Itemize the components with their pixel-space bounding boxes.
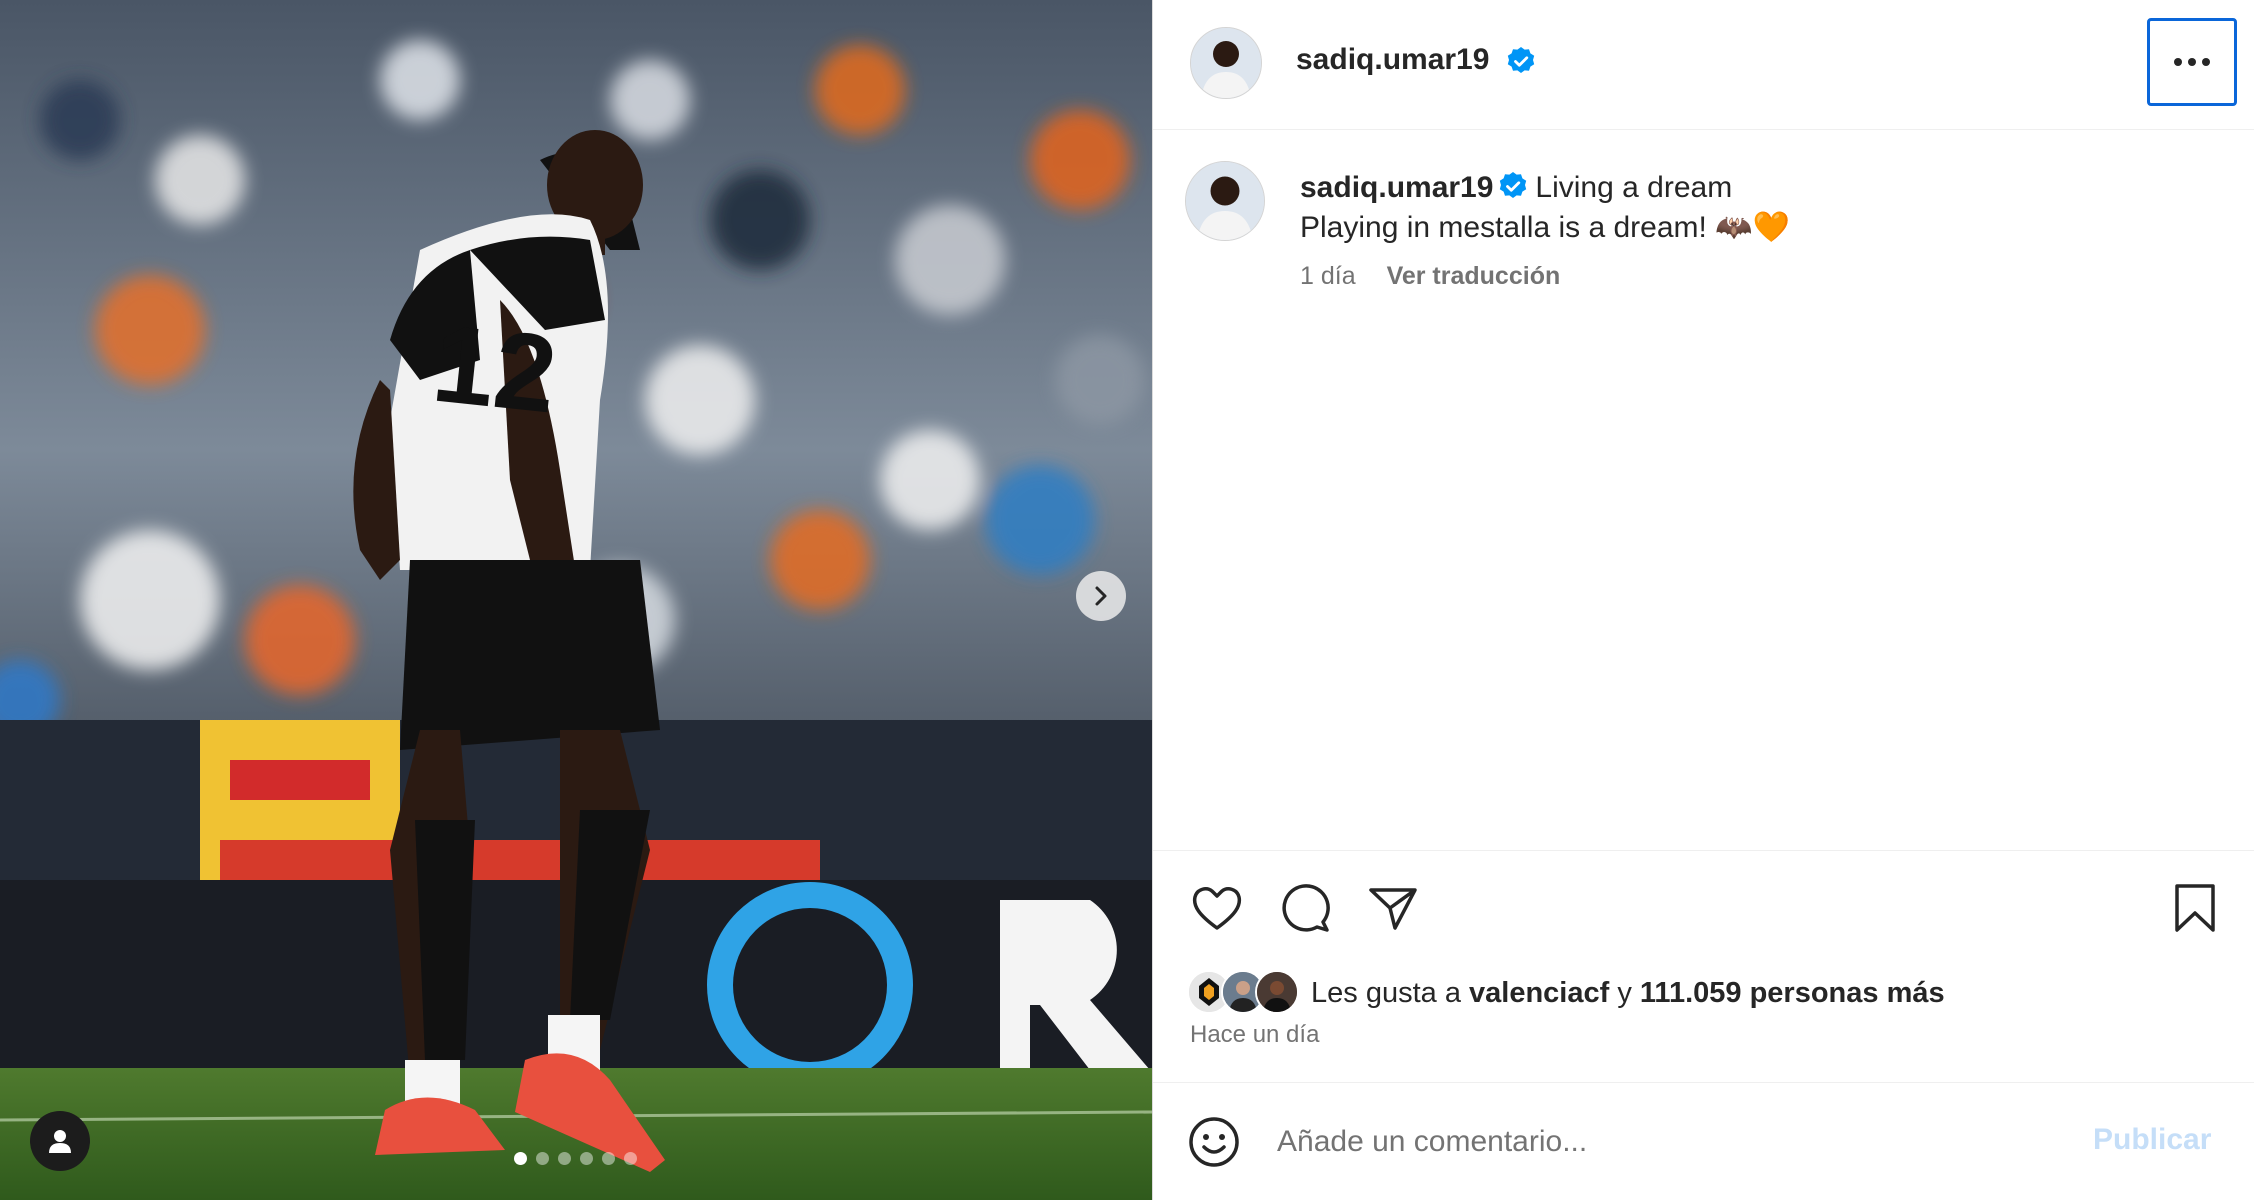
caption-time: 1 día bbox=[1300, 262, 1356, 290]
post-photo: 12 bbox=[0, 0, 1152, 1200]
bookmark-icon[interactable] bbox=[2167, 880, 2223, 936]
carousel-indicators bbox=[514, 1152, 637, 1165]
carousel-dot bbox=[624, 1152, 637, 1165]
likes-count-link[interactable]: 111.059 personas más bbox=[1640, 977, 1945, 1010]
actions-divider bbox=[1153, 850, 2254, 852]
caption-title: Living a dream bbox=[1535, 171, 1733, 204]
send-icon[interactable] bbox=[1365, 880, 1421, 936]
caption-author-avatar[interactable] bbox=[1185, 161, 1265, 241]
comment-bar: Publicar bbox=[1153, 1082, 2254, 1200]
likes-connector: y bbox=[1617, 976, 1632, 1009]
caption-body: Playing in mestalla is a dream! 🦇🧡 bbox=[1300, 211, 1790, 244]
heart-icon[interactable] bbox=[1189, 880, 1245, 936]
carousel-dot bbox=[558, 1152, 571, 1165]
likes-summary: Les gusta a valenciacf y 111.059 persona… bbox=[1187, 970, 1945, 1016]
tagged-users-button[interactable] bbox=[30, 1111, 90, 1171]
jersey-number: 12 bbox=[427, 302, 562, 437]
liker-avatars[interactable] bbox=[1187, 970, 1299, 1016]
verified-badge-icon bbox=[1500, 172, 1527, 198]
first-liker-link[interactable]: valenciacf bbox=[1469, 977, 1609, 1010]
carousel-dot bbox=[536, 1152, 549, 1165]
carousel-dot-active bbox=[514, 1152, 527, 1165]
user-icon bbox=[49, 1130, 71, 1153]
more-options-button[interactable] bbox=[2147, 18, 2237, 106]
next-slide-button[interactable] bbox=[1076, 571, 1126, 621]
chevron-right-icon bbox=[1095, 586, 1107, 606]
post-header: sadiq.umar19 bbox=[1153, 0, 2254, 130]
more-horizontal-icon bbox=[2174, 58, 2210, 66]
carousel-dot bbox=[602, 1152, 615, 1165]
post-media[interactable]: 12 bbox=[0, 0, 1152, 1200]
post-details-panel: sadiq.umar19 sadiq.umar19 Living a dream… bbox=[1152, 0, 2254, 1200]
comment-input[interactable] bbox=[1275, 1113, 2039, 1171]
author-avatar[interactable] bbox=[1190, 27, 1262, 99]
liker-avatar bbox=[1255, 970, 1299, 1014]
post-timestamp[interactable]: Hace un día bbox=[1190, 1021, 1319, 1049]
post-window: 12 sadiq.umar19 sadiq.umar19 Living a dr… bbox=[0, 0, 2254, 1200]
publish-button[interactable]: Publicar bbox=[2093, 1123, 2211, 1157]
comment-icon[interactable] bbox=[1277, 880, 1333, 936]
post-caption: sadiq.umar19 Living a dream Playing in m… bbox=[1300, 168, 2200, 248]
caption-username[interactable]: sadiq.umar19 bbox=[1300, 171, 1493, 204]
likes-prefix: Les gusta a bbox=[1311, 976, 1461, 1009]
caption-meta: 1 día Ver traducción bbox=[1300, 262, 1560, 291]
smiley-icon[interactable] bbox=[1187, 1115, 1241, 1169]
verified-badge-icon bbox=[1507, 47, 1535, 73]
carousel-dot bbox=[580, 1152, 593, 1165]
author-username[interactable]: sadiq.umar19 bbox=[1296, 43, 1489, 77]
translate-link[interactable]: Ver traducción bbox=[1387, 262, 1561, 290]
